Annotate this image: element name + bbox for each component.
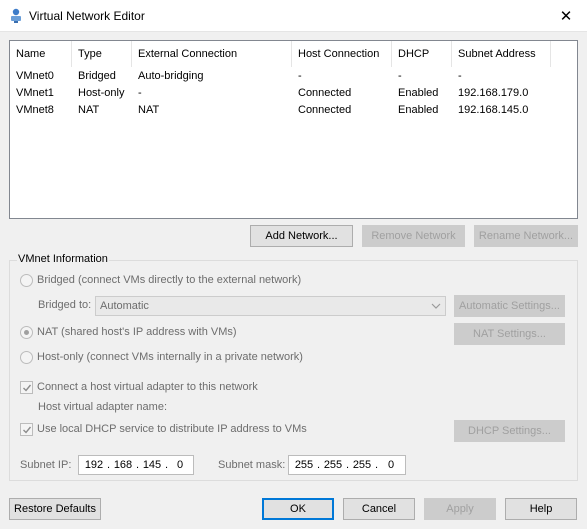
use-dhcp-label: Use local DHCP service to distribute IP … [37,423,307,435]
subnet-mask-field[interactable]: 255 . 255 . 255 . 0 [288,455,406,475]
ip-separator: . [375,459,379,471]
ok-button[interactable]: OK [262,498,334,520]
bridged-radio[interactable] [20,274,33,287]
ip-separator: . [107,459,111,471]
bridged-to-label: Bridged to: [38,299,92,311]
nat-settings-button[interactable]: NAT Settings... [454,323,565,345]
cell-name: VMnet0 [16,70,54,82]
title-bar: Virtual Network Editor ✕ [0,0,587,32]
connect-adapter-checkbox[interactable] [20,381,33,394]
column-header-name[interactable]: Name [10,41,72,67]
cell-dhcp: Enabled [398,104,439,116]
cell-subnet-address: 192.168.179.0 [458,87,529,99]
use-dhcp-checkbox[interactable] [20,423,33,436]
subnet-ip-octet: 145 [142,459,162,471]
rename-network-button[interactable]: Rename Network... [474,225,578,247]
subnet-mask-octet: 255 [352,459,372,471]
subnet-mask-octet: 0 [387,459,395,471]
cell-name: VMnet8 [16,104,54,116]
cell-host-connection: - [298,70,302,82]
network-row-vmnet8[interactable]: VMnet8 NAT NAT Connected Enabled 192.168… [10,102,577,119]
cell-host-connection: Connected [298,104,352,116]
cell-type: Bridged [78,70,116,82]
ip-separator: . [136,459,140,471]
subnet-ip-octet: 0 [176,459,184,471]
column-header-subnet-address[interactable]: Subnet Address [452,41,551,67]
cell-subnet-address: 192.168.145.0 [458,104,529,116]
column-header-type[interactable]: Type [72,41,132,67]
subnet-mask-label: Subnet mask: [218,459,286,471]
add-network-button[interactable]: Add Network... [250,225,353,247]
host-only-label: Host-only (connect VMs internally in a p… [37,351,303,363]
subnet-mask-octet: 255 [323,459,343,471]
column-header-external-connection[interactable]: External Connection [132,41,292,67]
help-button[interactable]: Help [505,498,577,520]
subnet-ip-field[interactable]: 192 . 168 . 145 . 0 [78,455,194,475]
window-title: Virtual Network Editor [29,9,145,23]
checkmark-icon [23,384,32,392]
restore-defaults-button[interactable]: Restore Defaults [9,498,101,520]
bridged-to-select[interactable]: Automatic [95,296,446,316]
checkmark-icon [23,426,32,434]
cancel-button[interactable]: Cancel [343,498,415,520]
bridged-to-value: Automatic [100,300,149,312]
close-icon: ✕ [559,8,573,25]
cell-subnet-address: - [458,70,462,82]
network-app-icon [11,8,21,23]
cell-name: VMnet1 [16,87,54,99]
cell-dhcp: Enabled [398,87,439,99]
cell-host-connection: Connected [298,87,352,99]
nat-radio[interactable] [20,326,33,339]
column-header-host-connection[interactable]: Host Connection [292,41,392,67]
chevron-down-icon [431,303,441,309]
ip-separator: . [346,459,350,471]
vmnet-information-group [9,260,578,481]
bridged-label: Bridged (connect VMs directly to the ext… [37,274,302,286]
network-list[interactable]: Name Type External Connection Host Conne… [9,40,578,219]
subnet-ip-octet: 168 [113,459,133,471]
host-only-radio[interactable] [20,351,33,364]
subnet-ip-label: Subnet IP: [20,459,72,471]
adapter-name-label: Host virtual adapter name: [38,401,168,413]
network-row-vmnet0[interactable]: VMnet0 Bridged Auto-bridging - - - [10,68,577,85]
cell-type: Host-only [78,87,125,99]
cell-external-connection: NAT [138,104,160,116]
subnet-ip-octet: 192 [84,459,104,471]
ip-separator: . [317,459,321,471]
cell-type: NAT [78,104,100,116]
network-list-header: Name Type External Connection Host Conne… [10,41,577,67]
subnet-mask-octet: 255 [294,459,314,471]
nat-label: NAT (shared host's IP address with VMs) [37,326,237,338]
dhcp-settings-button[interactable]: DHCP Settings... [454,420,565,442]
network-row-vmnet1[interactable]: VMnet1 Host-only - Connected Enabled 192… [10,85,577,102]
apply-button[interactable]: Apply [424,498,496,520]
connect-adapter-label: Connect a host virtual adapter to this n… [37,381,258,393]
cell-dhcp: - [398,70,402,82]
automatic-settings-button[interactable]: Automatic Settings... [454,295,565,317]
close-button[interactable]: ✕ [545,0,587,32]
vmnet-information-title: VMnet Information [17,253,109,265]
cell-external-connection: Auto-bridging [138,70,204,82]
column-header-dhcp[interactable]: DHCP [392,41,452,67]
remove-network-button[interactable]: Remove Network [362,225,465,247]
cell-external-connection: - [138,87,142,99]
